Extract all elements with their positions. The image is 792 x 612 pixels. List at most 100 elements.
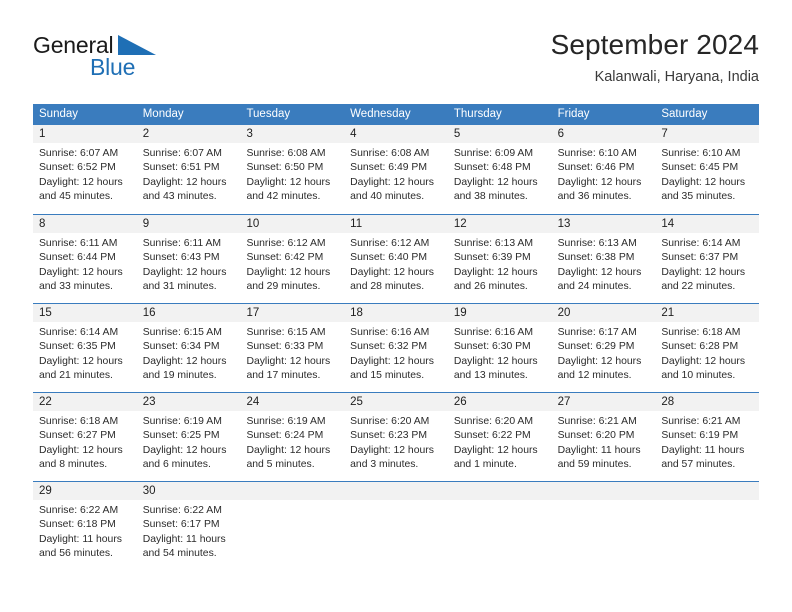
day-number-band: [344, 482, 448, 500]
day-number: 21: [661, 307, 675, 319]
day-details: Sunrise: 6:08 AM Sunset: 6:49 PM Dayligh…: [344, 143, 448, 205]
daylight-text: Daylight: 12 hours and 17 minutes.: [246, 355, 331, 382]
daylight-text: Daylight: 12 hours and 6 minutes.: [142, 444, 227, 471]
day-number: 25: [350, 396, 363, 408]
weekday-header-wednesday: Wednesday: [350, 108, 411, 120]
day-details: Sunrise: 6:20 AM Sunset: 6:23 PM Dayligh…: [344, 411, 448, 473]
day-cell[interactable]: 10 Sunrise: 6:12 AM Sunset: 6:42 PM Dayl…: [240, 215, 345, 303]
day-number-band: 15: [33, 304, 137, 322]
day-number-band: 21: [655, 304, 760, 322]
sunset-text: Sunset: 6:30 PM: [453, 341, 531, 353]
day-cell[interactable]: 15 Sunrise: 6:14 AM Sunset: 6:35 PM Dayl…: [33, 304, 137, 392]
page-title: September 2024: [550, 29, 759, 60]
daylight-text: Daylight: 11 hours and 56 minutes.: [39, 533, 122, 560]
daylight-text: Daylight: 12 hours and 3 minutes.: [350, 444, 434, 471]
day-cell-empty: [551, 482, 656, 570]
daylight-text: Daylight: 11 hours and 57 minutes.: [661, 444, 745, 471]
day-number-band: [447, 482, 552, 500]
sunset-text: Sunset: 6:39 PM: [453, 252, 531, 264]
day-cell[interactable]: 7 Sunrise: 6:10 AM Sunset: 6:45 PM Dayli…: [655, 125, 760, 214]
day-cell[interactable]: 9 Sunrise: 6:11 AM Sunset: 6:43 PM Dayli…: [136, 215, 241, 303]
day-number-band: 23: [136, 393, 241, 411]
weekday-header-monday: Monday: [142, 108, 184, 120]
day-details: Sunrise: 6:09 AM Sunset: 6:48 PM Dayligh…: [448, 143, 552, 205]
day-number: 17: [246, 307, 260, 319]
day-number-band: 2: [136, 125, 241, 143]
day-cell[interactable]: 12 Sunrise: 6:13 AM Sunset: 6:39 PM Dayl…: [447, 215, 552, 303]
sunrise-text: Sunrise: 6:10 AM: [661, 148, 741, 159]
day-number: 29: [39, 485, 52, 497]
sunrise-text: Sunrise: 6:22 AM: [142, 505, 222, 516]
day-number-band: 25: [344, 393, 448, 411]
day-cell[interactable]: 1 Sunrise: 6:07 AM Sunset: 6:52 PM Dayli…: [33, 125, 137, 214]
sunrise-text: Sunrise: 6:14 AM: [661, 238, 741, 249]
sunset-text: Sunset: 6:38 PM: [557, 252, 635, 264]
day-cell[interactable]: 25 Sunrise: 6:20 AM Sunset: 6:23 PM Dayl…: [344, 393, 448, 481]
day-cell[interactable]: 19 Sunrise: 6:16 AM Sunset: 6:30 PM Dayl…: [447, 304, 552, 392]
day-number-band: [655, 482, 760, 500]
day-cell[interactable]: 14 Sunrise: 6:14 AM Sunset: 6:37 PM Dayl…: [655, 215, 760, 303]
sunrise-text: Sunrise: 6:13 AM: [453, 238, 534, 249]
day-cell[interactable]: 30 Sunrise: 6:22 AM Sunset: 6:17 PM Dayl…: [136, 482, 241, 570]
day-cell[interactable]: 24 Sunrise: 6:19 AM Sunset: 6:24 PM Dayl…: [240, 393, 345, 481]
day-cell[interactable]: 29 Sunrise: 6:22 AM Sunset: 6:18 PM Dayl…: [33, 482, 137, 570]
logo-text-blue: Blue: [90, 54, 136, 80]
day-number: 8: [39, 218, 46, 230]
sunrise-text: Sunrise: 6:11 AM: [39, 238, 118, 249]
day-cell[interactable]: 6 Sunrise: 6:10 AM Sunset: 6:46 PM Dayli…: [551, 125, 656, 214]
calendar-grid: Sunday Monday Tuesday Wednesday Thursday…: [33, 104, 760, 570]
general-blue-logo[interactable]: General Blue: [33, 32, 233, 88]
day-cell[interactable]: 22 Sunrise: 6:18 AM Sunset: 6:27 PM Dayl…: [33, 393, 137, 481]
sunset-text: Sunset: 6:51 PM: [142, 162, 220, 174]
day-cell[interactable]: 20 Sunrise: 6:17 AM Sunset: 6:29 PM Dayl…: [551, 304, 656, 392]
weekday-header-friday: Friday: [557, 108, 590, 120]
day-cell[interactable]: 28 Sunrise: 6:21 AM Sunset: 6:19 PM Dayl…: [655, 393, 760, 481]
day-number-band: 11: [344, 215, 448, 233]
sunrise-text: Sunrise: 6:21 AM: [661, 416, 741, 427]
sunset-text: Sunset: 6:29 PM: [557, 341, 635, 353]
day-details: Sunrise: 6:14 AM Sunset: 6:35 PM Dayligh…: [33, 322, 137, 384]
day-number: 5: [453, 128, 461, 140]
day-number-band: 14: [655, 215, 760, 233]
day-cell[interactable]: 21 Sunrise: 6:18 AM Sunset: 6:28 PM Dayl…: [655, 304, 760, 392]
weekday-header-thursday: Thursday: [453, 108, 502, 120]
day-number-band: [240, 482, 345, 500]
day-cell[interactable]: 4 Sunrise: 6:08 AM Sunset: 6:49 PM Dayli…: [344, 125, 448, 214]
day-cell[interactable]: 5 Sunrise: 6:09 AM Sunset: 6:48 PM Dayli…: [447, 125, 552, 214]
day-number-band: 26: [447, 393, 552, 411]
day-cell[interactable]: 18 Sunrise: 6:16 AM Sunset: 6:32 PM Dayl…: [344, 304, 448, 392]
day-cell[interactable]: 2 Sunrise: 6:07 AM Sunset: 6:51 PM Dayli…: [136, 125, 241, 214]
day-number-band: 27: [551, 393, 656, 411]
day-cell[interactable]: 26 Sunrise: 6:20 AM Sunset: 6:22 PM Dayl…: [447, 393, 552, 481]
sunrise-text: Sunrise: 6:16 AM: [453, 327, 534, 338]
day-number-band: 30: [136, 482, 241, 500]
sunset-text: Sunset: 6:19 PM: [661, 430, 739, 442]
sunrise-text: Sunrise: 6:20 AM: [453, 416, 534, 427]
day-details: Sunrise: 6:07 AM Sunset: 6:51 PM Dayligh…: [137, 143, 241, 205]
day-cell[interactable]: 11 Sunrise: 6:12 AM Sunset: 6:40 PM Dayl…: [344, 215, 448, 303]
weekday-header-row: Sunday Monday Tuesday Wednesday Thursday…: [33, 104, 759, 125]
sunset-text: Sunset: 6:46 PM: [557, 162, 635, 174]
day-details: Sunrise: 6:22 AM Sunset: 6:17 PM Dayligh…: [137, 500, 241, 562]
sunrise-text: Sunrise: 6:15 AM: [246, 327, 326, 338]
day-cell[interactable]: 13 Sunrise: 6:13 AM Sunset: 6:38 PM Dayl…: [551, 215, 656, 303]
daylight-text: Daylight: 12 hours and 43 minutes.: [142, 176, 227, 203]
day-cell[interactable]: 8 Sunrise: 6:11 AM Sunset: 6:44 PM Dayli…: [33, 215, 137, 303]
day-number: 3: [246, 128, 253, 140]
day-details: Sunrise: 6:18 AM Sunset: 6:27 PM Dayligh…: [33, 411, 137, 473]
day-cell[interactable]: 3 Sunrise: 6:08 AM Sunset: 6:50 PM Dayli…: [240, 125, 345, 214]
weekday-header-saturday: Saturday: [661, 108, 708, 120]
week-row: 15 Sunrise: 6:14 AM Sunset: 6:35 PM Dayl…: [33, 303, 760, 392]
sunset-text: Sunset: 6:18 PM: [39, 519, 116, 531]
day-cell[interactable]: 27 Sunrise: 6:21 AM Sunset: 6:20 PM Dayl…: [551, 393, 656, 481]
daylight-text: Daylight: 12 hours and 8 minutes.: [39, 444, 123, 471]
day-number-band: 6: [551, 125, 656, 143]
title-block: September 2024 Kalanwali, Haryana, India: [551, 28, 759, 87]
day-cell[interactable]: 23 Sunrise: 6:19 AM Sunset: 6:25 PM Dayl…: [136, 393, 241, 481]
daylight-text: Daylight: 12 hours and 5 minutes.: [246, 444, 331, 471]
daylight-text: Daylight: 12 hours and 42 minutes.: [246, 176, 331, 203]
day-number-band: 5: [447, 125, 552, 143]
day-cell[interactable]: 17 Sunrise: 6:15 AM Sunset: 6:33 PM Dayl…: [240, 304, 345, 392]
day-cell[interactable]: 16 Sunrise: 6:15 AM Sunset: 6:34 PM Dayl…: [136, 304, 241, 392]
day-details: Sunrise: 6:11 AM Sunset: 6:43 PM Dayligh…: [137, 233, 241, 295]
